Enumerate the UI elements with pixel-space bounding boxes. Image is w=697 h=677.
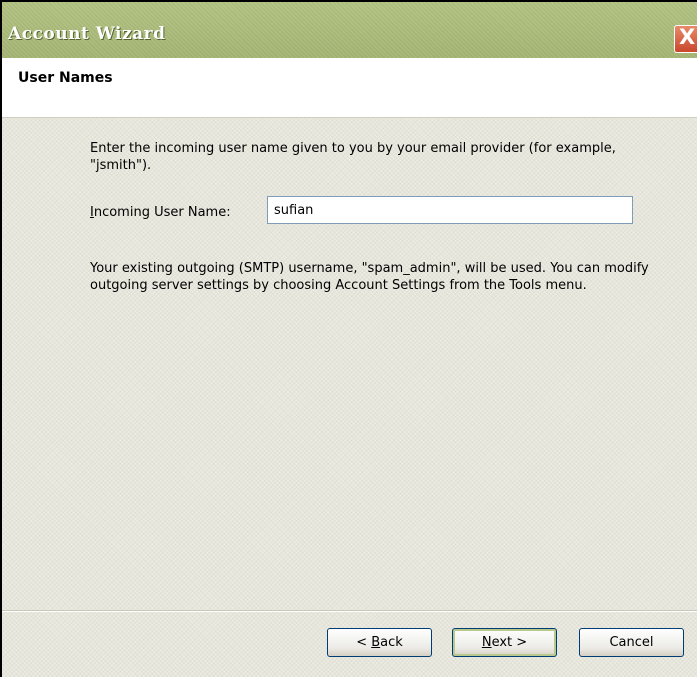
back-button-accelerator: B bbox=[371, 635, 381, 650]
incoming-user-name-input[interactable] bbox=[267, 196, 633, 224]
back-button-prefix: < bbox=[356, 635, 372, 650]
incoming-user-name-label: Incoming User Name: bbox=[90, 205, 231, 220]
title-bar[interactable]: Account Wizard X bbox=[2, 2, 697, 58]
close-button[interactable]: X bbox=[674, 25, 697, 53]
incoming-label-text: ncoming User Name: bbox=[93, 205, 231, 220]
cancel-button-label: Cancel bbox=[609, 635, 654, 650]
window-title: Account Wizard bbox=[8, 24, 166, 44]
page-title: User Names bbox=[18, 70, 113, 86]
close-icon: X bbox=[679, 25, 696, 49]
account-wizard-window: Account Wizard X User Names Enter the in… bbox=[0, 0, 697, 677]
cancel-button[interactable]: Cancel bbox=[579, 628, 684, 657]
next-button[interactable]: Next > bbox=[452, 628, 557, 657]
button-area-divider bbox=[2, 610, 697, 612]
back-button[interactable]: < Back bbox=[327, 628, 432, 657]
wizard-content: Enter the incoming user name given to yo… bbox=[2, 118, 697, 677]
back-button-label: ack bbox=[380, 635, 403, 650]
next-button-label: ext > bbox=[491, 635, 528, 650]
next-button-accelerator: N bbox=[481, 635, 492, 650]
wizard-header: User Names bbox=[2, 58, 697, 118]
instruction-text: Enter the incoming user name given to yo… bbox=[90, 141, 616, 173]
outgoing-note-text: Your existing outgoing (SMTP) username, … bbox=[90, 261, 649, 293]
